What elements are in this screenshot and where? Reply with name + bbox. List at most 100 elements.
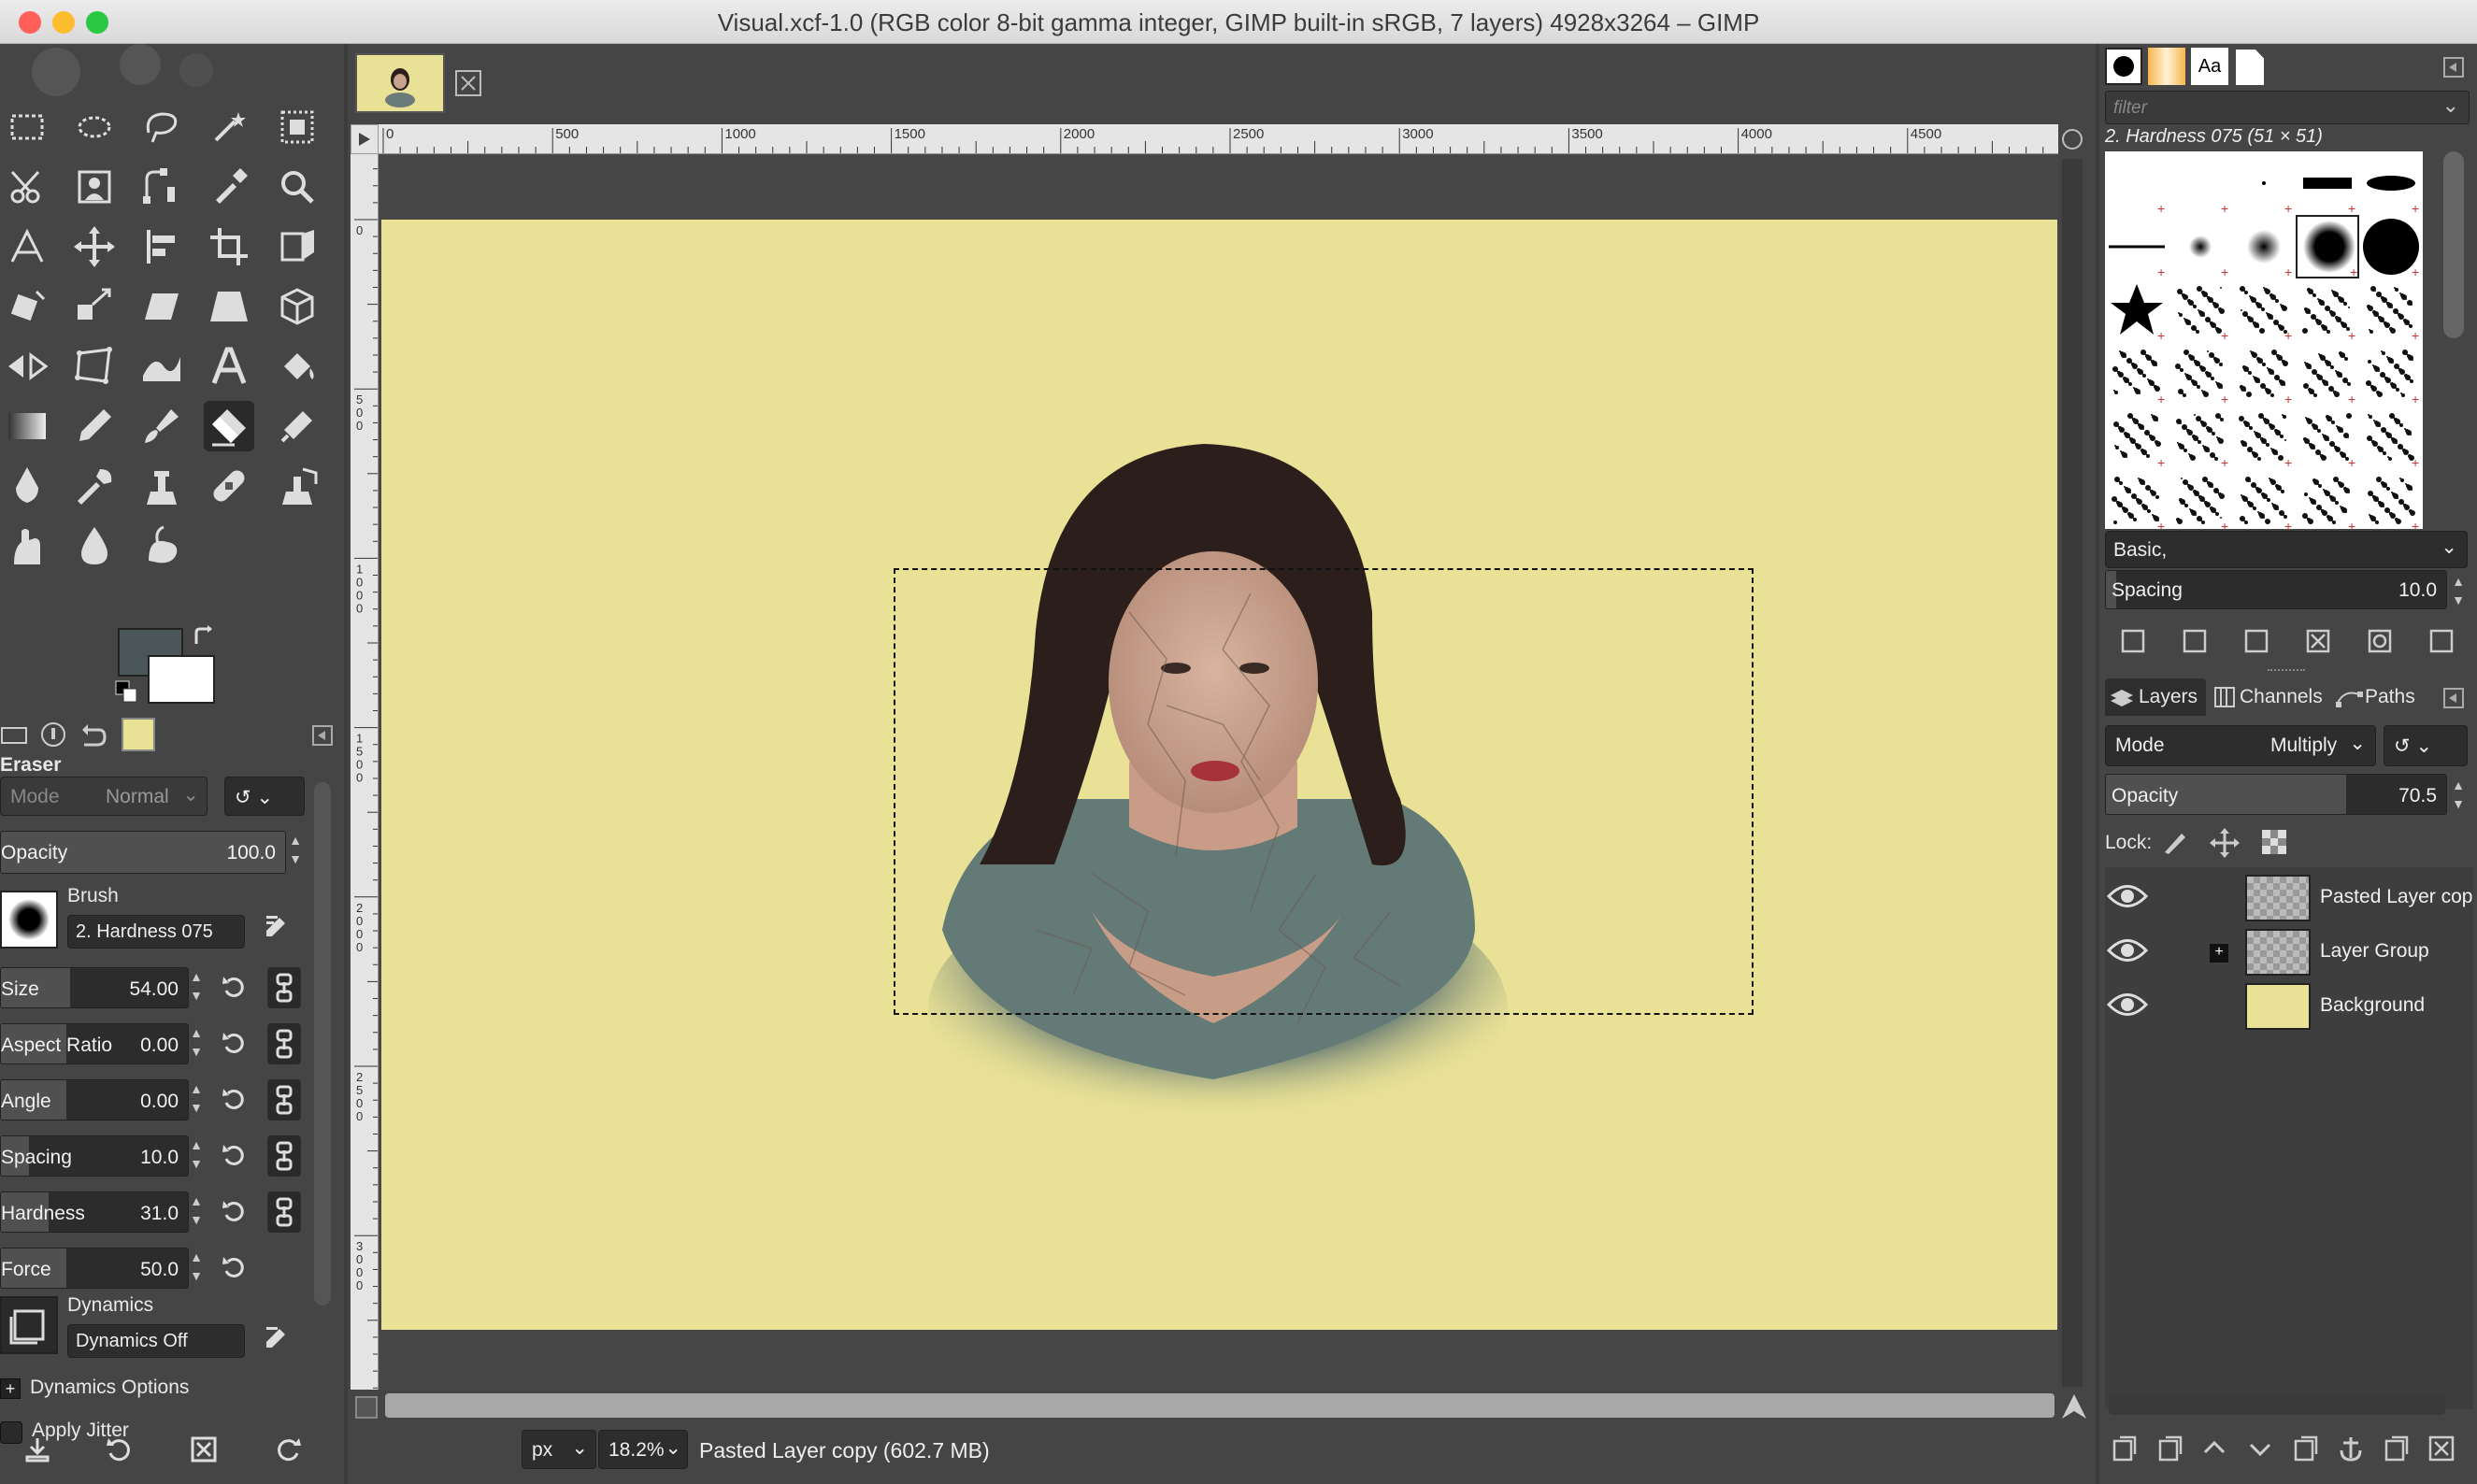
undo-history-tab-icon[interactable] <box>79 721 107 749</box>
tool-heal[interactable] <box>204 461 254 511</box>
horizontal-ruler[interactable]: 0 500 1000 1500 2000 2500 3000 3500 4000 4500 <box>379 124 2058 154</box>
aspect-ratio-spinner[interactable]: ▲ ▼ <box>187 1023 206 1064</box>
brush-cell[interactable]: + <box>2296 215 2359 278</box>
brush-filter-input[interactable]: filter ⌄ <box>2105 91 2470 124</box>
brush-cell[interactable]: + <box>2169 215 2232 278</box>
force-spinner[interactable]: ▲ ▼ <box>187 1248 206 1289</box>
vertical-ruler[interactable]: 050010001500200025003000 <box>351 154 379 1390</box>
mode-dropdown[interactable]: Mode Normal ⌄ <box>0 777 208 816</box>
brush-cell[interactable]: + <box>2296 406 2359 469</box>
edit-dynamics-icon[interactable] <box>260 1320 294 1354</box>
mode-reset-button[interactable]: ↺ ⌄ <box>224 777 305 816</box>
tab-channels[interactable]: Channels <box>2208 678 2331 716</box>
size-slider[interactable]: Size 54.00 <box>0 967 189 1008</box>
brush-cell[interactable]: + <box>2232 342 2296 406</box>
tool-move[interactable] <box>69 221 120 272</box>
tool-shear[interactable] <box>136 281 187 332</box>
tool-paths[interactable] <box>136 162 187 212</box>
brush-cell[interactable]: + <box>2169 469 2232 533</box>
brush-cell[interactable]: + <box>2359 469 2423 533</box>
unit-dropdown[interactable]: px ⌄ <box>522 1430 596 1469</box>
tool-scale[interactable] <box>69 281 120 332</box>
tool-ink[interactable] <box>2 461 52 511</box>
tool-paintbrush[interactable] <box>136 401 187 451</box>
pointer-icon[interactable] <box>2060 1392 2088 1420</box>
layer-opacity-slider[interactable]: Opacity 70.5 <box>2105 774 2447 815</box>
restore-options-icon[interactable] <box>101 1431 138 1468</box>
panel-menu-icon[interactable] <box>2443 57 2464 78</box>
new-layer-icon[interactable] <box>2105 1430 2142 1467</box>
open-brush-folder-icon[interactable] <box>2423 622 2460 660</box>
link-spacing-button[interactable] <box>267 1135 301 1177</box>
layer-opacity-spinner[interactable]: ▲ ▼ <box>2449 776 2468 815</box>
tool-unified-transform[interactable] <box>272 221 322 272</box>
swap-colors-icon[interactable] <box>191 623 219 651</box>
layer-row[interactable]: Pasted Layer cop <box>2105 871 2475 925</box>
brush-cell[interactable]: + <box>2359 278 2423 342</box>
tool-bucket-fill[interactable] <box>272 341 322 392</box>
tool-blur[interactable] <box>69 521 120 571</box>
panel-separator[interactable] <box>2268 669 2305 675</box>
layer-row[interactable]: Background <box>2105 979 2475 1034</box>
angle-spinner[interactable]: ▲ ▼ <box>187 1079 206 1120</box>
brush-cell[interactable]: + <box>2105 342 2169 406</box>
background-color[interactable] <box>148 655 215 704</box>
tool-eraser[interactable] <box>204 401 255 451</box>
reset-angle-icon[interactable] <box>217 1083 251 1117</box>
brush-cell[interactable]: + <box>2359 406 2423 469</box>
link-angle-button[interactable] <box>267 1079 301 1120</box>
expand-group-icon[interactable]: + <box>2210 944 2228 963</box>
merge-layer-icon[interactable] <box>2377 1430 2414 1467</box>
brush-cell[interactable]: + <box>2232 469 2296 533</box>
tool-airbrush[interactable] <box>272 401 322 451</box>
link-hardness-button[interactable] <box>267 1191 301 1233</box>
zoom-dropdown[interactable]: 18.2% ⌄ <box>598 1430 688 1469</box>
visibility-eye-icon[interactable] <box>2106 880 2149 917</box>
fonts-tab-icon[interactable]: Aa <box>2191 48 2228 85</box>
tool-color-picker[interactable] <box>204 162 254 212</box>
reset-spacing-icon[interactable] <box>217 1139 251 1173</box>
reset-options-icon[interactable] <box>269 1431 307 1468</box>
brush-tag-field[interactable]: Basic, ⌄ <box>2105 531 2468 568</box>
tool-warp[interactable] <box>136 341 187 392</box>
spacing-slider[interactable]: Spacing 10.0 <box>0 1135 189 1177</box>
tool-options-tab-icon[interactable] <box>0 721 28 749</box>
tool-crop[interactable] <box>204 221 254 272</box>
angle-slider[interactable]: Angle 0.00 <box>0 1079 189 1120</box>
brush-cell[interactable]: + <box>2232 278 2296 342</box>
brush-cell[interactable]: + <box>2105 469 2169 533</box>
quick-mask-corner[interactable] <box>351 124 379 154</box>
layer-row[interactable]: + Layer Group <box>2105 925 2475 979</box>
tool-smudge[interactable] <box>2 521 52 571</box>
brush-cell[interactable]: + <box>2232 215 2296 278</box>
tool-zoom[interactable] <box>272 162 322 212</box>
dynamics-name-field[interactable]: Dynamics Off <box>67 1324 245 1358</box>
tool-text[interactable] <box>204 341 254 392</box>
image-tab-icon[interactable] <box>122 718 155 751</box>
tool-scissors[interactable] <box>2 162 52 212</box>
tool-foreground-select[interactable] <box>69 162 120 212</box>
tool-fuzzy-select[interactable] <box>204 102 254 152</box>
panel-menu-icon[interactable] <box>2443 688 2464 708</box>
spacing-spinner[interactable]: ▲ ▼ <box>187 1135 206 1177</box>
horizontal-scrollbar[interactable] <box>385 1393 2055 1418</box>
tool-rotate[interactable] <box>2 281 52 332</box>
tool-dodge-burn[interactable] <box>136 521 187 571</box>
tool-select-by-color[interactable] <box>272 102 322 152</box>
link-size-button[interactable] <box>267 967 301 1008</box>
navigate-icon[interactable] <box>355 1396 378 1419</box>
panel-menu-icon[interactable] <box>312 725 333 746</box>
brush-name-field[interactable]: 2. Hardness 075 <box>67 915 245 949</box>
vertical-scrollbar[interactable] <box>2062 159 2083 1387</box>
tool-free-select[interactable] <box>136 102 187 152</box>
document-history-tab-icon[interactable] <box>2236 50 2264 85</box>
brush-spacing-slider[interactable]: Spacing 10.0 <box>2105 570 2447 609</box>
tool-flip[interactable] <box>2 341 52 392</box>
force-slider[interactable]: Force 50.0 <box>0 1248 189 1289</box>
delete-layer-icon[interactable] <box>2423 1430 2460 1467</box>
delete-brush-icon[interactable] <box>2299 622 2337 660</box>
tool-perspective[interactable] <box>204 281 254 332</box>
brush-cell[interactable]: + <box>2359 342 2423 406</box>
size-spinner[interactable]: ▲ ▼ <box>187 967 206 1008</box>
brush-spacing-spinner[interactable]: ▲ ▼ <box>2449 572 2468 609</box>
